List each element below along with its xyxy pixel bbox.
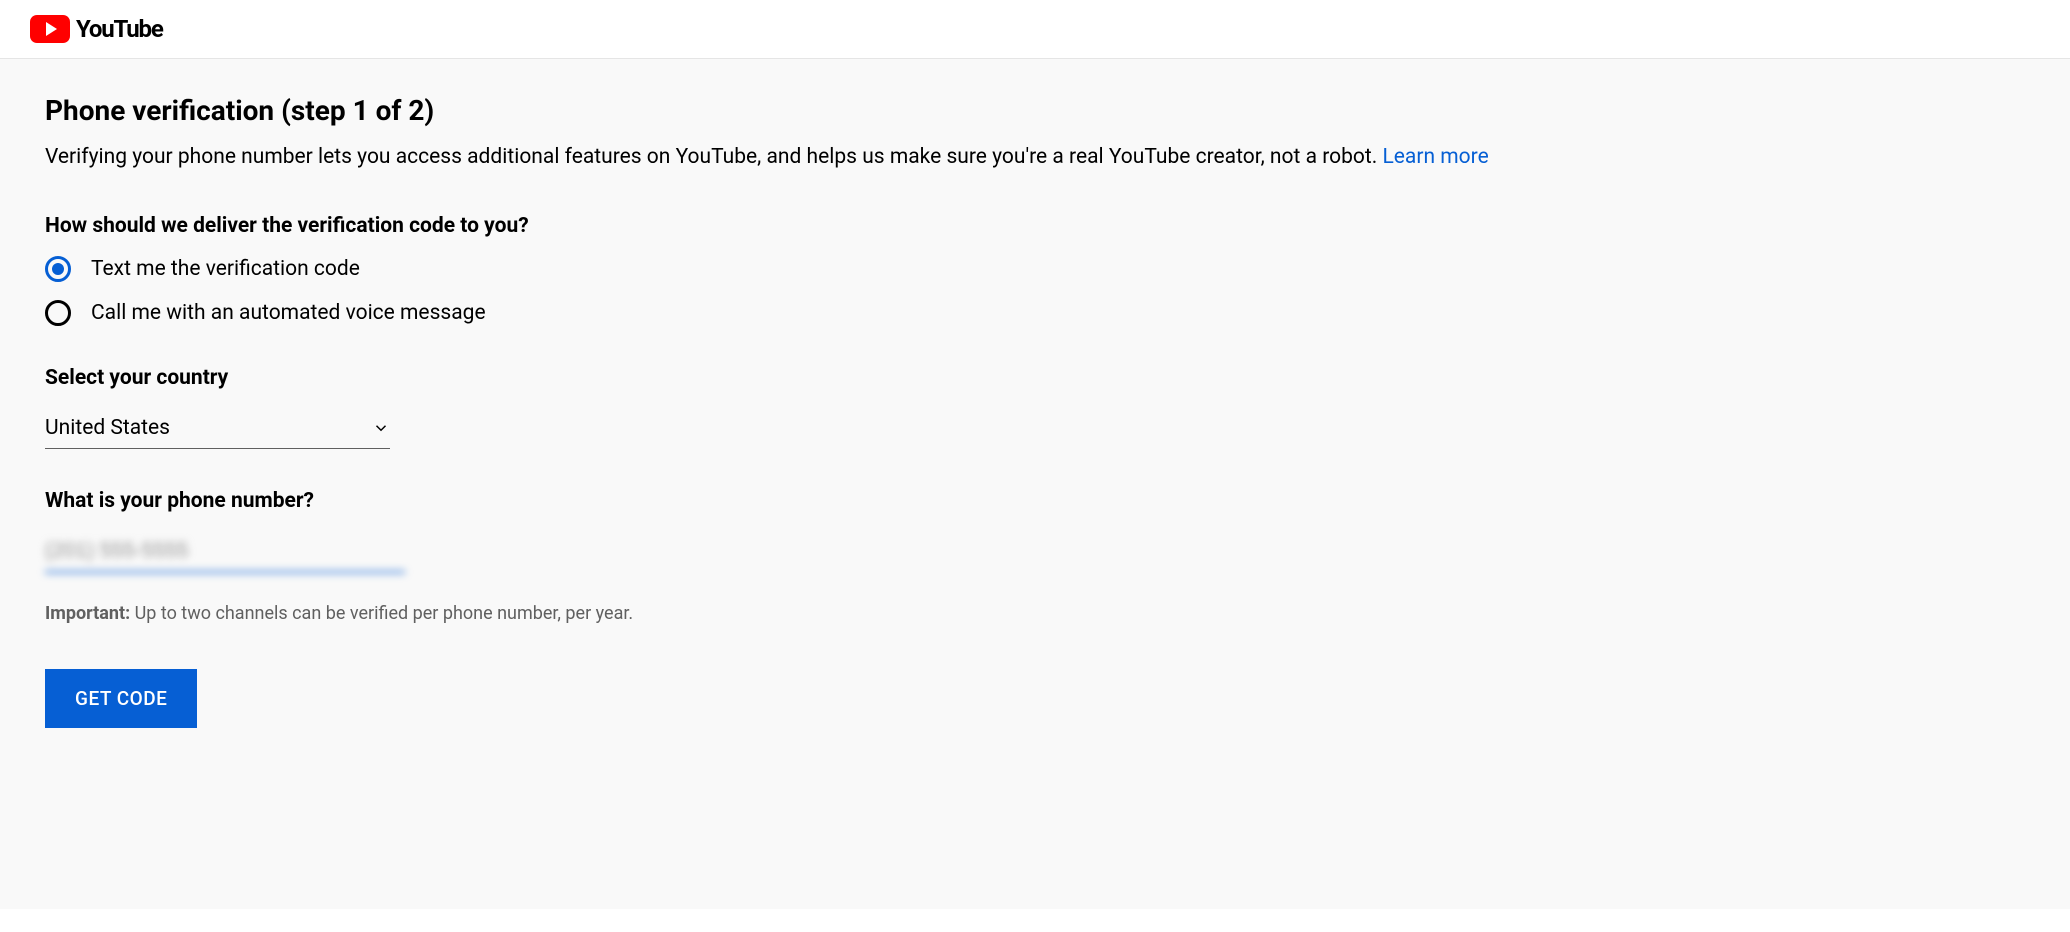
phone-input[interactable]	[45, 531, 405, 573]
phone-section: What is your phone number?	[45, 489, 2025, 573]
delivery-radio-group: Text me the verification code Call me wi…	[45, 256, 2025, 326]
page-title: Phone verification (step 1 of 2)	[45, 94, 2025, 127]
youtube-logo[interactable]: YouTube	[30, 15, 163, 43]
phone-label: What is your phone number?	[45, 489, 2025, 513]
content-area: Phone verification (step 1 of 2) Verifyi…	[0, 59, 2070, 909]
important-bold: Important:	[45, 603, 130, 624]
important-text: Up to two channels can be verified per p…	[130, 603, 633, 624]
youtube-play-icon	[30, 15, 70, 43]
page-description: Verifying your phone number lets you acc…	[45, 145, 2025, 169]
youtube-brand-text: YouTube	[76, 15, 163, 43]
radio-label-text: Text me the verification code	[91, 257, 360, 281]
chevron-down-icon	[372, 419, 390, 437]
get-code-button[interactable]: GET CODE	[45, 669, 197, 728]
description-text: Verifying your phone number lets you acc…	[45, 145, 1382, 169]
country-value: United States	[45, 416, 170, 440]
country-label: Select your country	[45, 366, 2025, 390]
delivery-label: How should we deliver the verification c…	[45, 214, 2025, 238]
radio-option-call[interactable]: Call me with an automated voice message	[45, 300, 2025, 326]
radio-circle-unselected	[45, 300, 71, 326]
radio-dot	[52, 263, 64, 275]
country-select[interactable]: United States	[45, 408, 390, 449]
radio-circle-selected	[45, 256, 71, 282]
header: YouTube	[0, 0, 2070, 59]
radio-option-text[interactable]: Text me the verification code	[45, 256, 2025, 282]
learn-more-link[interactable]: Learn more	[1382, 145, 1488, 169]
radio-label-call: Call me with an automated voice message	[91, 301, 486, 325]
important-note: Important: Up to two channels can be ver…	[45, 603, 2025, 624]
country-section: Select your country United States	[45, 366, 2025, 449]
